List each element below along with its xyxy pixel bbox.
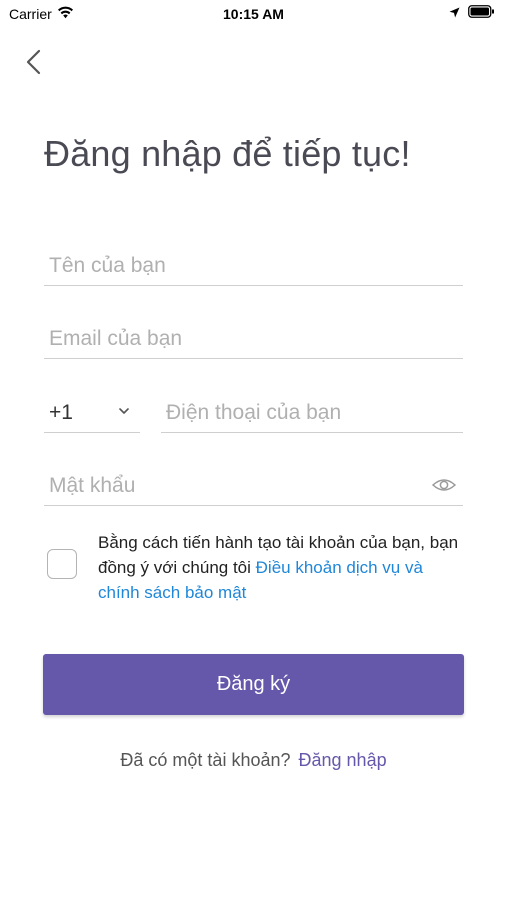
password-input[interactable] — [44, 466, 463, 505]
status-icons — [449, 5, 495, 23]
chevron-down-icon — [118, 401, 130, 426]
email-input[interactable] — [44, 319, 463, 358]
status-bar: Carrier 10:15 AM — [0, 0, 507, 28]
eye-icon[interactable] — [431, 475, 457, 495]
chevron-left-icon — [20, 49, 48, 80]
name-field-container — [44, 246, 463, 286]
back-button[interactable] — [20, 48, 48, 76]
terms-text: Bằng cách tiến hành tạo tài khoản của bạ… — [98, 530, 468, 605]
signup-button[interactable]: Đăng ký — [43, 654, 464, 715]
location-arrow-icon — [449, 5, 460, 23]
login-prompt: Đã có một tài khoản? Đăng nhập — [0, 750, 507, 771]
country-code-select[interactable]: +1 — [44, 393, 140, 433]
phone-input[interactable] — [161, 393, 463, 432]
login-link[interactable]: Đăng nhập — [299, 750, 387, 770]
email-field-container — [44, 319, 463, 359]
login-prompt-text: Đã có một tài khoản? — [120, 750, 291, 770]
password-field-container — [44, 466, 463, 506]
battery-icon — [468, 5, 495, 23]
terms-checkbox[interactable] — [47, 549, 77, 579]
page-title: Đăng nhập để tiếp tục! — [44, 133, 411, 174]
country-code-value: +1 — [49, 400, 73, 424]
name-input[interactable] — [44, 246, 463, 285]
phone-field-container — [161, 393, 463, 433]
status-time: 10:15 AM — [223, 6, 284, 22]
